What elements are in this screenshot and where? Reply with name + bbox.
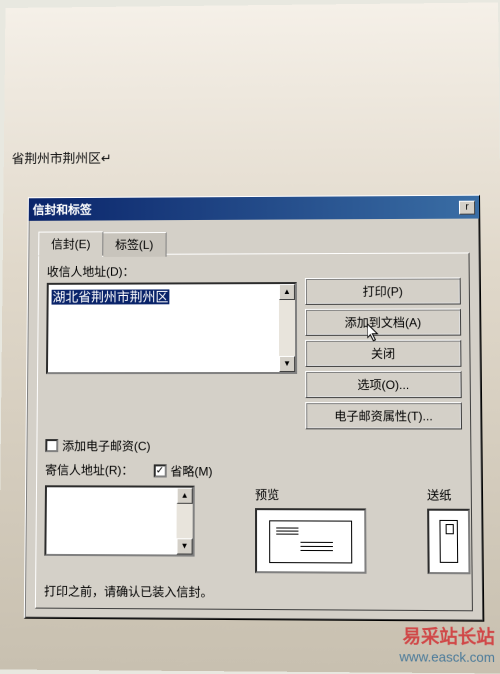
scroll-down-icon[interactable]: ▼ bbox=[279, 356, 295, 372]
scrollbar[interactable]: ▲ ▼ bbox=[279, 284, 295, 372]
preview-panel[interactable] bbox=[255, 508, 366, 574]
watermark-url: www.easck.com bbox=[399, 649, 495, 665]
sender-address-value bbox=[46, 487, 176, 554]
envelope-labels-dialog: 信封和标签 r 信封(E) 标签(L) 收信人地址(D)： 湖北省荆州市荆州区 bbox=[24, 195, 485, 622]
add-to-document-button[interactable]: 添加到文档(A) bbox=[305, 309, 461, 336]
recipient-address-input[interactable]: 湖北省荆州市荆州区 ▲ ▼ bbox=[46, 282, 297, 374]
add-epostage-checkbox[interactable]: 添加电子邮资(C) bbox=[45, 437, 462, 455]
dialog-title: 信封和标签 bbox=[33, 201, 92, 218]
envelope-preview-icon bbox=[269, 520, 352, 563]
scroll-up-icon[interactable]: ▲ bbox=[279, 284, 295, 300]
scroll-up-icon[interactable]: ▲ bbox=[177, 488, 193, 504]
omit-checkbox[interactable]: ✓ 省略(M) bbox=[153, 462, 212, 479]
options-button[interactable]: 选项(O)... bbox=[305, 371, 462, 398]
checkbox-icon: ✓ bbox=[153, 464, 166, 477]
feed-panel[interactable] bbox=[427, 509, 470, 575]
add-epostage-label: 添加电子邮资(C) bbox=[62, 437, 150, 454]
dialog-titlebar[interactable]: 信封和标签 r bbox=[29, 196, 480, 221]
recipient-address-value: 湖北省荆州市荆州区 bbox=[52, 289, 170, 304]
tab-label-label: 标签(L) bbox=[115, 238, 153, 252]
document-text: 省荆州市荆州区↵ bbox=[12, 148, 112, 167]
tab-bar: 信封(E) 标签(L) bbox=[38, 229, 469, 256]
print-hint: 打印之前，请确认已装入信封。 bbox=[44, 582, 464, 602]
feed-label: 送纸 bbox=[427, 486, 470, 503]
scroll-down-icon[interactable]: ▼ bbox=[176, 538, 192, 554]
close-button[interactable]: 关闭 bbox=[305, 340, 461, 367]
tab-envelope[interactable]: 信封(E) bbox=[38, 231, 103, 256]
sender-address-input[interactable]: ▲ ▼ bbox=[44, 485, 194, 556]
preview-label: 预览 bbox=[255, 486, 366, 504]
sender-label: 寄信人地址(R)： bbox=[45, 461, 133, 478]
tab-label[interactable]: 标签(L) bbox=[102, 232, 166, 257]
omit-label: 省略(M) bbox=[170, 462, 212, 479]
recipient-label: 收信人地址(D)： bbox=[47, 262, 297, 280]
epostage-properties-button[interactable]: 电子邮资属性(T)... bbox=[305, 402, 462, 429]
scrollbar[interactable]: ▲ ▼ bbox=[176, 488, 192, 555]
print-button[interactable]: 打印(P) bbox=[305, 277, 461, 304]
watermark-name: 易采站长站 bbox=[399, 622, 495, 649]
tab-envelope-label: 信封(E) bbox=[51, 237, 91, 251]
tab-panel-envelope: 收信人地址(D)： 湖北省荆州市荆州区 ▲ ▼ 打印(P) bbox=[35, 252, 473, 611]
feed-orientation-icon bbox=[439, 520, 458, 563]
close-icon[interactable]: r bbox=[459, 200, 475, 214]
checkbox-icon bbox=[45, 439, 58, 452]
watermark: 易采站长站 www.easck.com bbox=[399, 622, 495, 665]
